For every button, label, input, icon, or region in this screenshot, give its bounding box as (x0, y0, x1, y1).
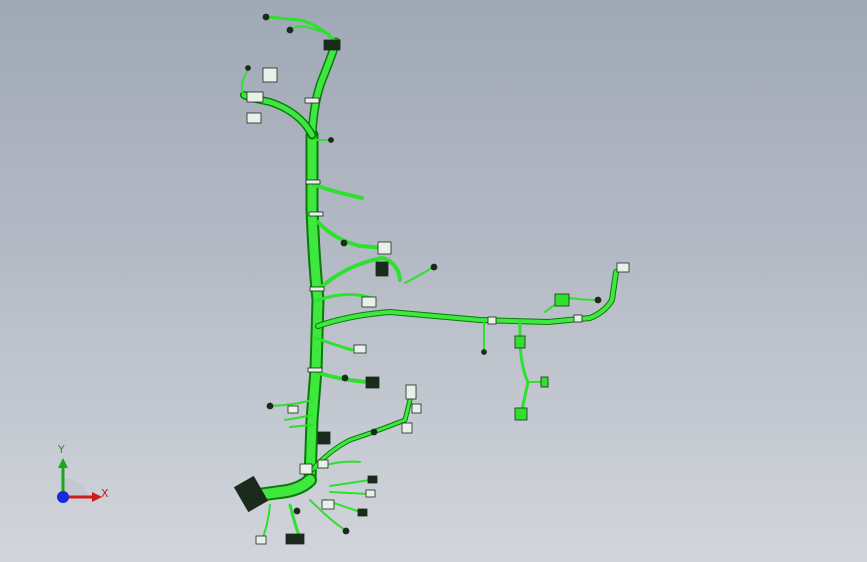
hub-connector[interactable] (299, 463, 313, 475)
bottom-wire-1[interactable] (329, 479, 371, 487)
harness-branches[interactable] (240, 15, 619, 541)
x-axis-label: X (101, 487, 109, 500)
z-axis-dot (57, 491, 69, 503)
upper-right-stub[interactable] (404, 267, 433, 284)
mid-trunk-connector[interactable] (317, 431, 331, 445)
clip (307, 367, 323, 373)
upper-left-connector-b[interactable] (246, 91, 264, 103)
graphics-viewport[interactable]: X Y (0, 0, 867, 562)
lower-right-connector-c[interactable] (411, 403, 422, 414)
mid-branch-upper[interactable] (316, 220, 388, 250)
terminal[interactable] (594, 296, 602, 304)
top-terminal[interactable] (286, 26, 294, 34)
right-drop-wire[interactable] (518, 320, 530, 412)
bottom-connector-3[interactable] (357, 508, 368, 517)
upper-right-loop[interactable] (544, 297, 596, 313)
clip (308, 211, 324, 217)
bottom-connector-2[interactable] (365, 489, 376, 498)
clip (305, 179, 321, 185)
clip (573, 314, 583, 323)
bottom-connector-6[interactable] (255, 535, 267, 545)
top-terminal[interactable] (262, 13, 270, 21)
bottom-wire-6[interactable] (261, 504, 271, 541)
y-arrow-head (58, 458, 68, 468)
bottom-connector-5[interactable] (285, 533, 305, 545)
terminal[interactable] (370, 428, 378, 436)
mid-connector[interactable] (377, 241, 392, 255)
terminal[interactable] (293, 507, 301, 515)
terminal[interactable] (481, 349, 487, 355)
bottom-wire-2[interactable] (329, 491, 369, 495)
right-drop-connector-b[interactable] (514, 407, 528, 421)
cluster-connector[interactable] (361, 296, 377, 308)
left-connector-small[interactable] (353, 344, 367, 354)
terminal[interactable] (341, 374, 349, 382)
upper-left-connector-c[interactable] (246, 112, 262, 124)
lower-right-connector-b[interactable] (401, 422, 413, 434)
clip (487, 316, 497, 325)
lower-right-connector[interactable] (405, 384, 417, 400)
terminal[interactable] (328, 137, 334, 143)
coordinate-triad (40, 440, 120, 520)
top-connector[interactable] (323, 39, 341, 51)
top-wire[interactable] (266, 15, 338, 44)
trunk-clips (304, 97, 583, 373)
mid-connector-b[interactable] (375, 261, 389, 277)
triad-graphic (57, 458, 102, 503)
terminal[interactable] (266, 402, 274, 410)
left-stub-3[interactable] (269, 399, 313, 407)
left-connector-white[interactable] (287, 405, 299, 414)
left-connector-dark[interactable] (365, 376, 380, 389)
y-axis-label: Y (58, 443, 65, 456)
fuse-block[interactable] (233, 475, 269, 513)
terminal[interactable] (430, 263, 438, 271)
right-end-connector[interactable] (616, 262, 630, 273)
terminal[interactable] (245, 65, 251, 71)
upper-left-connector[interactable] (262, 67, 278, 83)
right-drop-connector-c[interactable] (540, 376, 549, 388)
clip (304, 97, 320, 104)
stub-right-1[interactable] (312, 183, 364, 200)
right-upper-connector[interactable] (554, 293, 570, 307)
clip (309, 286, 325, 292)
bottom-connector-4[interactable] (321, 499, 335, 510)
terminal[interactable] (342, 527, 350, 535)
connectors[interactable] (233, 13, 630, 545)
wire-harness-model[interactable] (0, 0, 867, 562)
right-drop-connector[interactable] (514, 335, 526, 349)
bottom-connector-1[interactable] (367, 475, 378, 484)
hub-connector-b[interactable] (317, 459, 329, 469)
terminal[interactable] (340, 239, 348, 247)
